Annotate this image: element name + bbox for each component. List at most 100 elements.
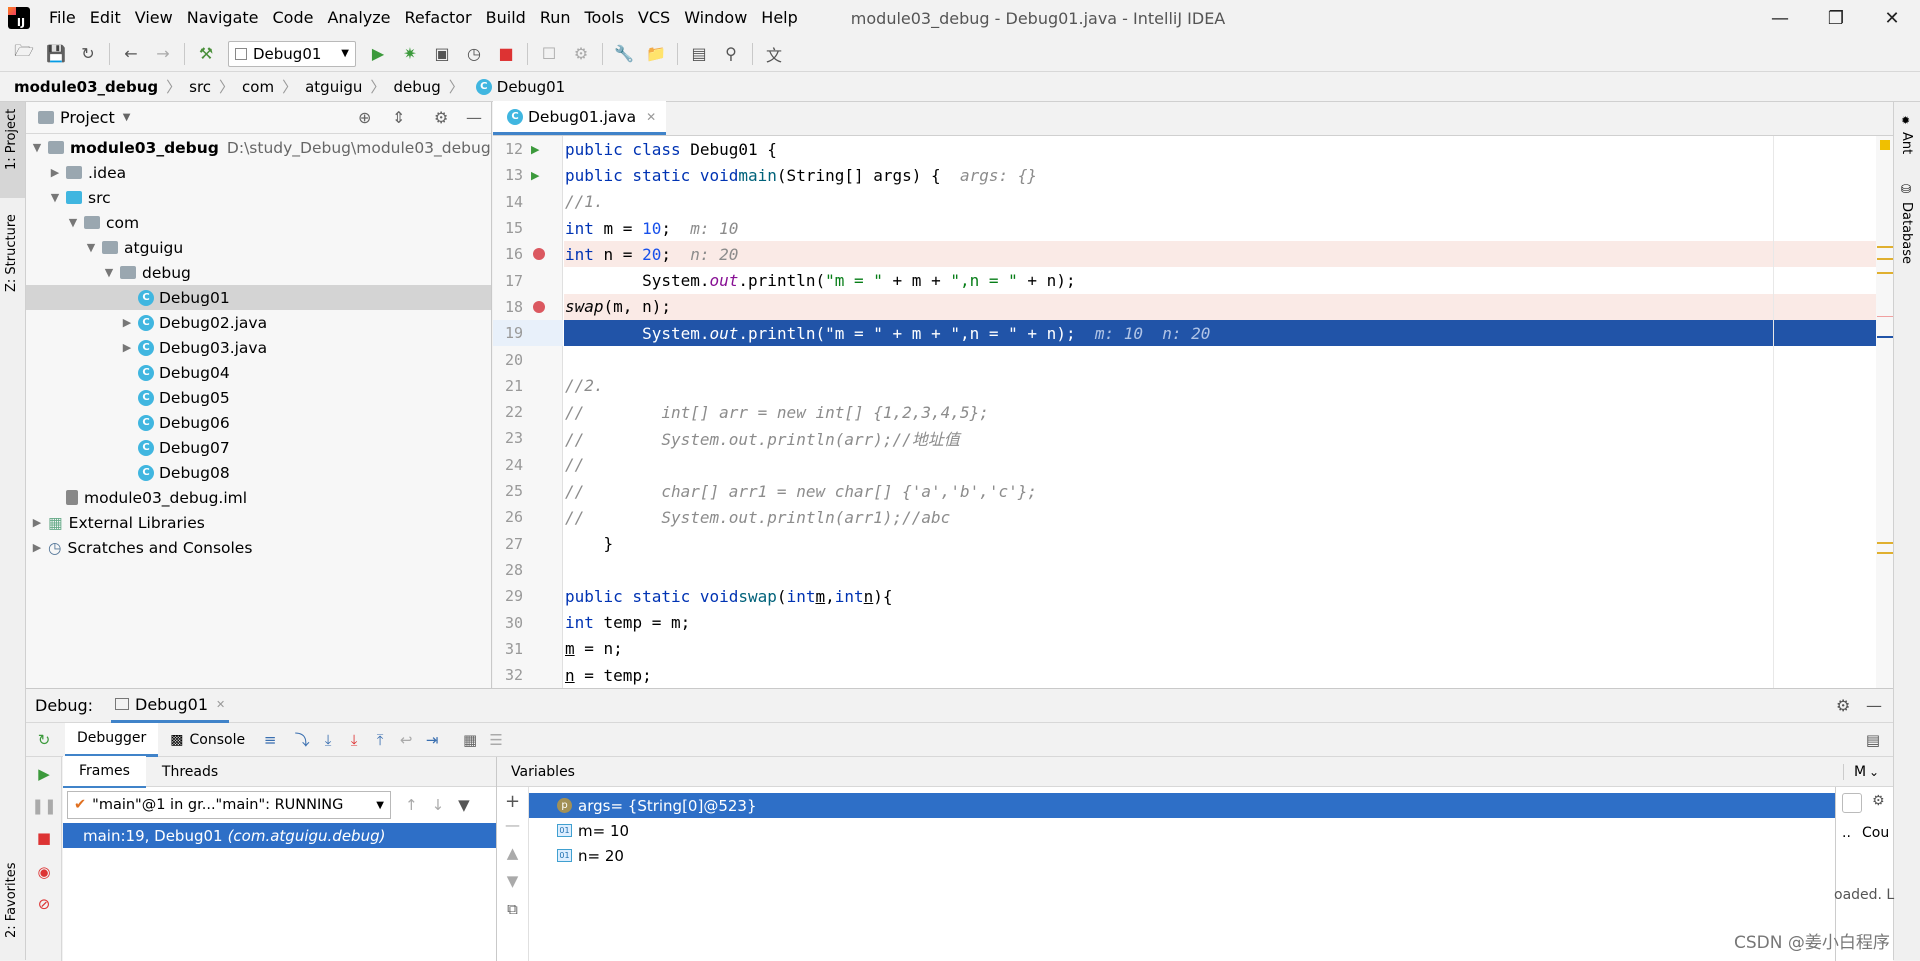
stripe-mark[interactable] — [1877, 316, 1893, 317]
collapse-all-icon[interactable]: ⇕ — [392, 108, 405, 127]
tree-item-debug05[interactable]: C Debug05 — [26, 385, 491, 410]
expand-arrow-icon[interactable]: ▶ — [48, 166, 62, 179]
tree-item-debug08[interactable]: C Debug08 — [26, 460, 491, 485]
close-icon[interactable]: ✕ — [1864, 0, 1920, 36]
tree-item-debug01[interactable]: C Debug01 — [26, 285, 491, 310]
menu-navigate[interactable]: Navigate — [180, 0, 266, 36]
evaluate-expression-icon[interactable]: ▦ — [457, 727, 483, 753]
save-icon[interactable]: 💾 — [43, 41, 69, 67]
code-area[interactable]: public class Debug01 { public static voi… — [564, 136, 1893, 688]
view-breakpoints-icon[interactable]: ◉ — [31, 859, 57, 885]
tree-item-idea[interactable]: ▶ .idea — [26, 160, 491, 185]
hide-icon[interactable]: — — [1866, 696, 1882, 715]
tree-item-debug04[interactable]: C Debug04 — [26, 360, 491, 385]
tree-item-scratches[interactable]: ▶ ◷ Scratches and Consoles — [26, 535, 491, 560]
tree-item-module[interactable]: ▼ module03_debug D:\study_Debug\module03_d… — [26, 135, 491, 160]
ant-tool-tab[interactable]: Ant — [1899, 132, 1914, 154]
force-step-into-icon[interactable]: ⤓ — [341, 727, 367, 753]
close-icon[interactable]: ✕ — [646, 110, 656, 124]
variable-row[interactable]: 01 m = 10 — [529, 818, 1835, 843]
pause-icon[interactable]: ❚❚ — [31, 793, 57, 819]
run-gutter-icon[interactable]: ▶ — [531, 143, 539, 156]
step-into-icon[interactable]: ⤓ — [315, 727, 341, 753]
hide-icon[interactable]: — — [466, 108, 482, 127]
tree-item-external-libraries[interactable]: ▶ ▦ External Libraries — [26, 510, 491, 535]
vcs-icon[interactable]: ⚙ — [568, 41, 594, 67]
gear-icon[interactable]: ⚙ — [1836, 696, 1850, 715]
run-to-cursor-icon[interactable]: ⇥ — [419, 727, 445, 753]
tree-item-debug[interactable]: ▼ debug — [26, 260, 491, 285]
tab-threads[interactable]: Threads — [146, 757, 234, 787]
frame-row[interactable]: main:19, Debug01 (com.atguigu.debug) — [63, 823, 496, 848]
attach-icon[interactable]: ☐ — [536, 41, 562, 67]
breadcrumb-src[interactable]: src — [189, 78, 211, 96]
expand-arrow-icon[interactable]: ▼ — [48, 191, 62, 204]
rerun-icon[interactable]: ↻ — [31, 727, 57, 753]
memory-tab[interactable]: M — [1843, 763, 1866, 780]
thread-select[interactable]: ✔ "main"@1 in gr..."main": RUNNING ▼ — [67, 791, 391, 819]
drop-frame-icon[interactable]: ↩ — [393, 727, 419, 753]
menu-view[interactable]: View — [128, 0, 180, 36]
copy-icon[interactable]: ⧉ — [497, 900, 528, 918]
expand-arrow-icon[interactable]: ▶ — [120, 341, 134, 354]
project-view-select[interactable]: Project — [60, 108, 115, 127]
locate-icon[interactable]: ⊕ — [358, 108, 371, 127]
restore-icon[interactable]: ❐ — [1808, 0, 1864, 36]
build-hammer-icon[interactable]: ⚒ — [193, 41, 219, 67]
chevron-down-icon[interactable]: ⌄ — [1869, 765, 1879, 779]
breakpoint-icon[interactable] — [533, 248, 545, 261]
database-tool-tab[interactable]: Database — [1899, 202, 1914, 264]
menu-tools[interactable]: Tools — [578, 0, 631, 36]
expand-arrow-icon[interactable]: ▶ — [120, 316, 134, 329]
expand-arrow-icon[interactable]: ▼ — [102, 266, 116, 279]
breadcrumb-atguigu[interactable]: atguigu — [305, 78, 362, 96]
minimize-icon[interactable]: — — [1752, 0, 1808, 36]
debug-session-tab[interactable]: Debug01 ✕ — [111, 689, 230, 723]
breadcrumb-debug[interactable]: debug — [393, 78, 440, 96]
menu-vcs[interactable]: VCS — [631, 0, 677, 36]
warning-indicator-icon[interactable] — [1880, 140, 1890, 150]
stop-icon[interactable]: ■ — [31, 825, 57, 851]
terminal-icon[interactable]: ▤ — [686, 41, 712, 67]
chevron-down-icon[interactable]: ▼ — [123, 112, 131, 123]
gear-icon[interactable]: ⚙ — [1872, 793, 1885, 809]
tree-item-debug03[interactable]: ▶ C Debug03.java — [26, 335, 491, 360]
forward-arrow-icon[interactable]: → — [150, 41, 176, 67]
resume-icon[interactable]: ▶ — [31, 761, 57, 787]
expand-arrow-icon[interactable]: ▼ — [30, 141, 44, 154]
breadcrumb-class[interactable]: Debug01 — [497, 78, 565, 96]
expand-arrow-icon[interactable]: ▶ — [30, 541, 44, 554]
mute-breakpoints-icon[interactable]: ⊘ — [31, 891, 57, 917]
variable-row[interactable]: 01 n = 20 — [529, 843, 1835, 868]
back-arrow-icon[interactable]: ← — [118, 41, 144, 67]
tree-item-src[interactable]: ▼ src — [26, 185, 491, 210]
profiler-icon[interactable]: ◷ — [461, 41, 487, 67]
tree-item-debug02[interactable]: ▶ C Debug02.java — [26, 310, 491, 335]
menu-file[interactable]: File — [42, 0, 83, 36]
step-out-icon[interactable]: ⤒ — [367, 727, 393, 753]
restore-layout-icon[interactable]: ▤ — [1860, 727, 1886, 753]
stripe-mark[interactable] — [1877, 258, 1893, 260]
run-icon[interactable]: ▶ — [365, 41, 391, 67]
menu-help[interactable]: Help — [754, 0, 804, 36]
run-config-select[interactable]: Debug01 ▼ — [228, 40, 356, 67]
menu-refactor[interactable]: Refactor — [398, 0, 479, 36]
expand-arrow-icon[interactable]: ▼ — [66, 216, 80, 229]
trace-icon[interactable]: ☰ — [483, 727, 509, 753]
stripe-mark[interactable] — [1877, 336, 1893, 338]
translate-icon[interactable]: 文 — [761, 41, 787, 67]
menu-run[interactable]: Run — [533, 0, 578, 36]
frame-down-icon[interactable]: ↓ — [432, 796, 445, 814]
tree-item-debug07[interactable]: C Debug07 — [26, 435, 491, 460]
memory-search[interactable] — [1842, 793, 1862, 813]
stop-icon[interactable]: ■ — [493, 41, 519, 67]
project-tool-tab[interactable]: 1: Project — [4, 109, 19, 170]
menu-analyze[interactable]: Analyze — [320, 0, 397, 36]
tree-item-iml[interactable]: module03_debug.iml — [26, 485, 491, 510]
breadcrumb-com[interactable]: com — [242, 78, 274, 96]
menu-build[interactable]: Build — [479, 0, 533, 36]
move-down-icon[interactable]: ▼ — [497, 872, 528, 890]
step-over-icon[interactable]: ⤵ — [289, 727, 315, 753]
structure-tool-tab[interactable]: Z: Structure — [4, 214, 19, 292]
variable-row[interactable]: p args = {String[0]@523} — [529, 793, 1835, 818]
